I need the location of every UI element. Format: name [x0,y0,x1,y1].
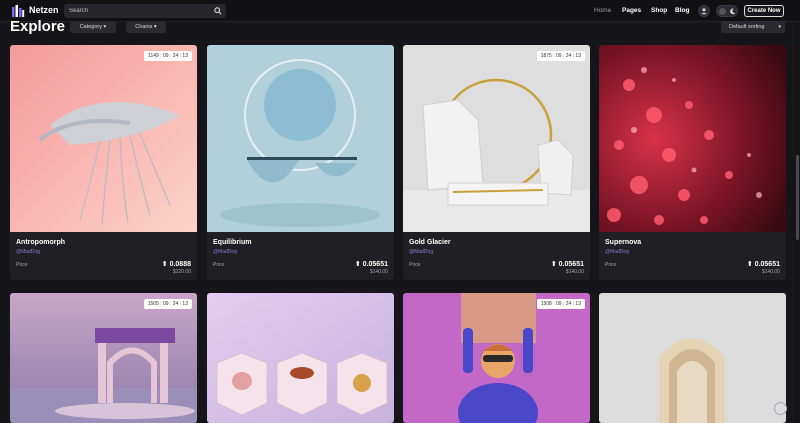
nft-artwork[interactable]: 1149 : 09 : 24 : 13 [10,45,197,232]
nft-artwork[interactable] [599,293,786,423]
nav-home[interactable]: Home [594,7,611,14]
price-value: ⬆ 0.05651 [354,261,388,268]
nft-artwork[interactable]: 1508 : 09 : 24 : 13 [403,293,590,423]
nav-shop[interactable]: Shop [651,7,667,14]
price-usd: $140.00 [369,269,388,275]
nft-artwork[interactable] [599,45,786,232]
brand-name[interactable]: Netzen [29,5,59,15]
scrollbar-thumb[interactable] [796,155,799,240]
nft-card[interactable]: 1875 : 09 : 24 : 13 Gold Glacier @MadDog… [403,45,590,280]
auction-timer: 1875 : 09 : 24 : 13 [536,51,585,61]
card-author[interactable]: @MadDog [213,249,237,255]
nft-artwork[interactable] [207,45,394,232]
nft-card[interactable]: 1149 : 09 : 24 : 13 Antropomorph @MadDog… [10,45,197,280]
search-input[interactable] [69,5,209,17]
price-value: ⬆ 0.05651 [746,261,780,268]
card-author[interactable]: @MadDog [605,249,629,255]
theme-toggle[interactable] [716,5,738,17]
create-now-button[interactable]: Create Now [744,5,784,17]
search-box [64,4,226,18]
nft-artwork[interactable] [207,293,394,423]
chains-filter[interactable]: Chains ▾ [126,22,166,33]
price-value: ⬆ 0.05651 [550,261,584,268]
nft-artwork[interactable]: 1875 : 09 : 24 : 13 [403,45,590,232]
character-artwork [403,293,590,423]
price-label: Price [605,262,617,268]
price-usd: $140.00 [565,269,584,275]
nav-blog[interactable]: Blog [675,7,689,14]
gold-glacier-artwork [403,45,590,232]
moon-icon [730,8,736,15]
sort-select[interactable]: Default sorting ▾ [721,21,785,33]
price-usd: $140.00 [761,269,780,275]
auction-timer: 1149 : 09 : 24 : 13 [144,51,192,61]
page-title: Explore [10,18,66,35]
auction-timer: 1505 : 09 : 24 : 13 [143,299,192,309]
price-usd: $220.00 [172,269,191,275]
card-title[interactable]: Equilibrium [213,239,252,246]
shrimp-artwork [10,45,197,232]
price-label: Price [213,262,225,268]
cubes-artwork [207,293,394,423]
sun-icon [719,8,726,15]
category-filter[interactable]: Category ▾ [70,22,116,33]
chevron-down-icon: ▾ [778,24,781,30]
sort-label: Default sorting [729,24,765,30]
nft-card[interactable]: Equilibrium @MadDog Price ⬆ 0.05651 $140… [207,45,394,280]
user-icon [701,8,707,15]
nft-card[interactable] [207,293,394,423]
auction-timer: 1508 : 09 : 24 : 13 [536,299,585,309]
card-author[interactable]: @MadDog [16,249,40,255]
nft-artwork[interactable]: 1505 : 09 : 24 : 13 [10,293,197,423]
nft-card[interactable]: 1508 : 09 : 24 : 13 [403,293,590,423]
temple-artwork [10,293,197,423]
card-title[interactable]: Supernova [605,239,641,246]
logo-icon[interactable] [11,4,25,18]
arch-artwork [599,293,786,423]
user-button[interactable] [698,5,710,17]
price-value: ⬆ 0.0888 [161,261,191,268]
scroll-to-top-button[interactable] [774,402,787,415]
card-title[interactable]: Gold Glacier [409,239,451,246]
supernova-artwork [599,45,786,232]
nft-card[interactable]: 1505 : 09 : 24 : 13 [10,293,197,423]
top-navbar: Netzen Home Pages Shop Blog Create Now [0,0,800,22]
nav-pages[interactable]: Pages [622,7,641,14]
nft-card[interactable] [599,293,786,423]
nft-card[interactable]: Supernova @MadDog Price ⬆ 0.05651 $140.0… [599,45,786,280]
search-icon[interactable] [214,7,222,15]
card-title[interactable]: Antropomorph [16,239,65,246]
price-label: Price [16,262,28,268]
card-author[interactable]: @MadDog [409,249,433,255]
price-label: Price [409,262,421,268]
equilibrium-artwork [207,45,394,232]
